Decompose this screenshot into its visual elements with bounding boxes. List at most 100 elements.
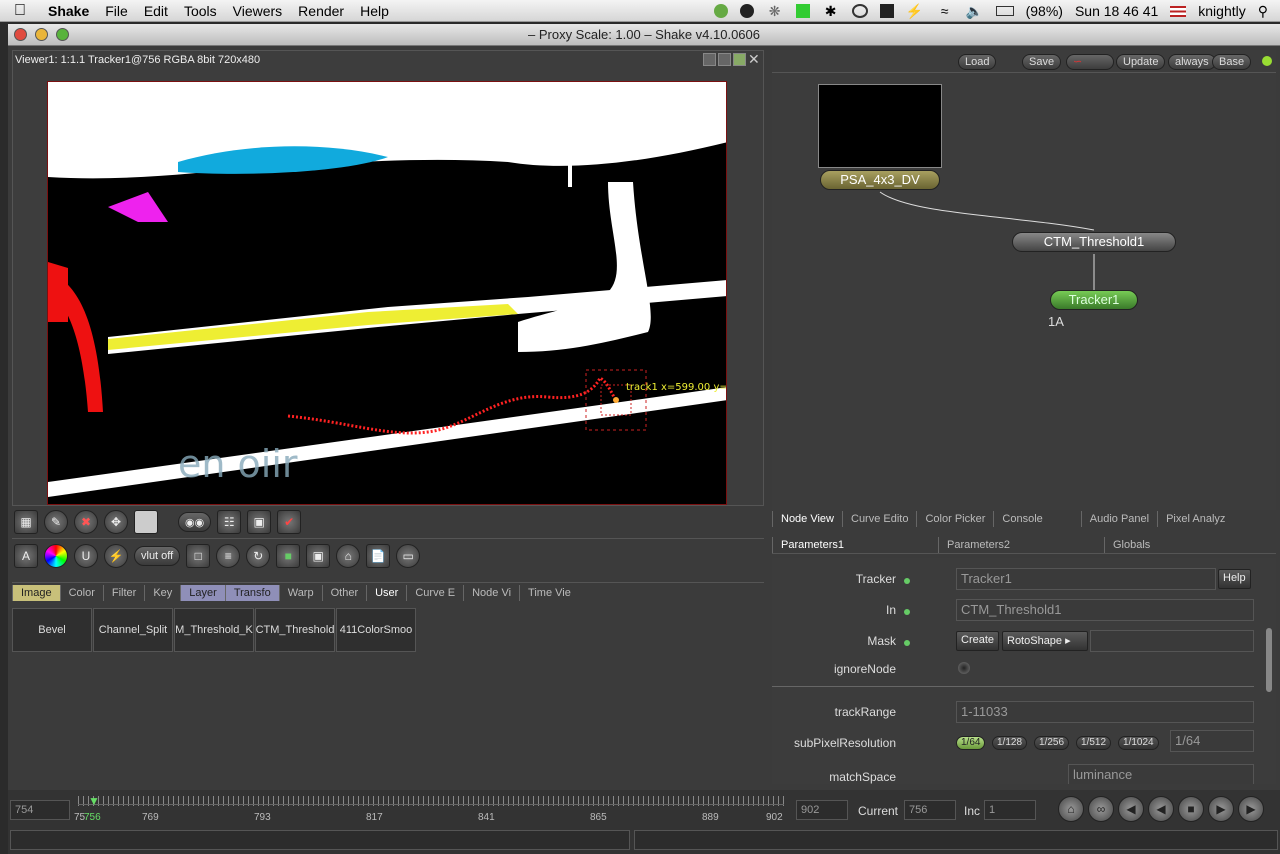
mask-field[interactable] <box>1090 630 1254 652</box>
menu-render[interactable]: Render <box>290 0 352 22</box>
tab-image[interactable]: Image <box>12 584 60 601</box>
channel-a-icon[interactable]: A <box>14 544 38 568</box>
bluetooth-icon[interactable]: ✱ <box>822 4 840 18</box>
status-box-icon[interactable] <box>879 4 894 18</box>
tab-parameters1[interactable]: Parameters1 <box>772 536 938 553</box>
menu-tools[interactable]: Tools <box>176 0 225 22</box>
node-bevel-button[interactable]: Bevel <box>12 608 92 652</box>
viewer-paint-icon[interactable]: ✎ <box>44 510 68 534</box>
levels-icon[interactable]: ≡ <box>216 544 241 568</box>
menu-app[interactable]: Shake <box>40 0 97 22</box>
playhead-icon[interactable]: ▼ <box>88 794 100 808</box>
tab-curve-edit[interactable]: Curve Edito <box>842 511 916 527</box>
crop-icon[interactable]: ▣ <box>306 544 331 568</box>
tab-parameters2[interactable]: Parameters2 <box>938 536 1104 553</box>
in-link-icon[interactable] <box>904 609 910 615</box>
timeline-start-field[interactable]: 754 <box>10 800 70 820</box>
monitor-icon[interactable]: ▭ <box>396 544 421 568</box>
menu-viewers[interactable]: Viewers <box>225 0 291 22</box>
timeline-end-field[interactable]: 902 <box>796 800 848 820</box>
node-channel-split-button[interactable]: Channel_Split <box>93 608 173 652</box>
trackrange-field[interactable]: 1-11033 <box>956 701 1254 723</box>
status-leaf-icon[interactable] <box>713 4 728 18</box>
node-ctm-threshold[interactable]: CTM_Threshold1 <box>1012 232 1176 252</box>
next-key-icon[interactable]: ▶ <box>1238 796 1264 822</box>
viewer-layout-icon[interactable] <box>703 53 716 66</box>
wifi-icon[interactable]: ≈ <box>936 4 954 18</box>
subpixel-option-1024[interactable]: 1/1024 <box>1118 736 1159 750</box>
viewer-close-icon[interactable]: ✕ <box>748 52 761 66</box>
subpixel-option-128[interactable]: 1/128 <box>992 736 1028 750</box>
node-view-panel[interactable]: Load Save ∽ Update always Base PSA_4x3_D… <box>772 50 1276 510</box>
viewer-grid-icon[interactable] <box>733 53 746 66</box>
color-wheel-icon[interactable] <box>44 544 68 568</box>
status-sync-icon[interactable] <box>739 4 754 18</box>
lightning-icon[interactable]: ⚡ <box>104 544 128 568</box>
status-bolt-icon[interactable]: ⚡ <box>906 4 924 18</box>
loop-mode-icon[interactable]: ∞ <box>1088 796 1114 822</box>
volume-icon[interactable]: 🔈 <box>966 4 984 18</box>
subpixel-option-512[interactable]: 1/512 <box>1076 736 1112 750</box>
current-frame-field[interactable]: 756 <box>904 800 956 820</box>
chat-icon[interactable] <box>851 4 868 18</box>
mask-link-icon[interactable] <box>904 640 910 646</box>
viewer-clear-icon[interactable]: ✖ <box>74 510 98 534</box>
matchspace-field[interactable]: luminance <box>1068 764 1254 784</box>
home-icon[interactable]: ⌂ <box>336 544 361 568</box>
viewer-fit-icon[interactable]: ▦ <box>14 510 38 534</box>
stop-icon[interactable]: ■ <box>1178 796 1204 822</box>
tab-nodeview[interactable]: Node View <box>772 511 842 527</box>
battery-icon[interactable] <box>995 6 1014 16</box>
tab-globals[interactable]: Globals <box>1104 536 1270 553</box>
tab-user[interactable]: User <box>366 584 406 601</box>
tracker-name-field[interactable]: Tracker1 <box>956 568 1216 590</box>
viewer-pan-icon[interactable]: ✥ <box>104 510 128 534</box>
refresh-icon[interactable]: ↻ <box>246 544 271 568</box>
tab-audio-panel[interactable]: Audio Panel <box>1080 511 1157 527</box>
tab-other[interactable]: Other <box>321 584 367 601</box>
home-frame-icon[interactable]: ⌂ <box>1058 796 1084 822</box>
node-ctm-threshold-button[interactable]: CTM_Threshold <box>255 608 335 652</box>
play-forward-icon[interactable]: ▶ <box>1208 796 1234 822</box>
viewer-image[interactable]: en oiir track1 x=599.00 y=143.55 c <box>47 81 727 505</box>
tab-pixel-analyzer[interactable]: Pixel Analyz <box>1157 511 1233 527</box>
viewer-compare-icon[interactable]: ◉◉ <box>178 512 212 532</box>
dod-icon[interactable]: ■ <box>276 544 301 568</box>
flag-icon[interactable] <box>1170 5 1187 17</box>
help-button[interactable]: Help <box>1218 569 1251 589</box>
status-green-icon[interactable] <box>795 4 810 18</box>
inc-field[interactable]: 1 <box>984 800 1036 820</box>
menu-file[interactable]: File <box>97 0 136 22</box>
subpixel-option-64[interactable]: 1/64 <box>956 736 986 750</box>
node-tracker[interactable]: Tracker1 <box>1050 290 1138 310</box>
tab-warp[interactable]: Warp <box>278 584 322 601</box>
node-m-threshold-button[interactable]: M_Threshold_K <box>174 608 254 652</box>
tab-console[interactable]: Console <box>993 511 1050 527</box>
tab-color[interactable]: Color <box>59 584 103 601</box>
apple-menu-icon[interactable]:  <box>0 2 40 20</box>
play-back-icon[interactable]: ◀ <box>1148 796 1174 822</box>
tab-color-picker[interactable]: Color Picker <box>916 511 993 527</box>
roi-icon[interactable]: □ <box>186 544 211 568</box>
subpixel-field[interactable]: 1/64 <box>1170 730 1254 752</box>
menu-help[interactable]: Help <box>352 0 397 22</box>
viewer-flipbook-icon[interactable]: ▣ <box>247 510 272 534</box>
update-icon[interactable]: U <box>74 544 98 568</box>
tab-key[interactable]: Key <box>144 584 180 601</box>
tab-node-view[interactable]: Node Vi <box>463 584 519 601</box>
ignore-node-toggle[interactable] <box>958 662 970 674</box>
window-titlebar[interactable]: – Proxy Scale: 1.00 – Shake v4.10.0606 <box>8 24 1280 46</box>
user-name[interactable]: knightly <box>1192 0 1251 22</box>
tracker-link-icon[interactable] <box>904 578 910 584</box>
rotoshape-dropdown[interactable]: RotoShape ▸ <box>1002 631 1088 651</box>
tab-layer[interactable]: Layer <box>180 584 225 601</box>
clock[interactable]: Sun 18 46 41 <box>1069 0 1164 22</box>
in-field[interactable]: CTM_Threshold1 <box>956 599 1254 621</box>
mask-create-button[interactable]: Create <box>956 631 1000 651</box>
subpixel-option-256[interactable]: 1/256 <box>1034 736 1070 750</box>
script-icon[interactable]: 📄 <box>366 544 391 568</box>
vlut-toggle[interactable]: vlut off <box>134 546 181 566</box>
tab-transform[interactable]: Transfo <box>224 584 279 601</box>
viewer-render-icon[interactable]: ✔ <box>277 510 302 534</box>
node-411colorsmooth-button[interactable]: 411ColorSmoo <box>336 608 416 652</box>
